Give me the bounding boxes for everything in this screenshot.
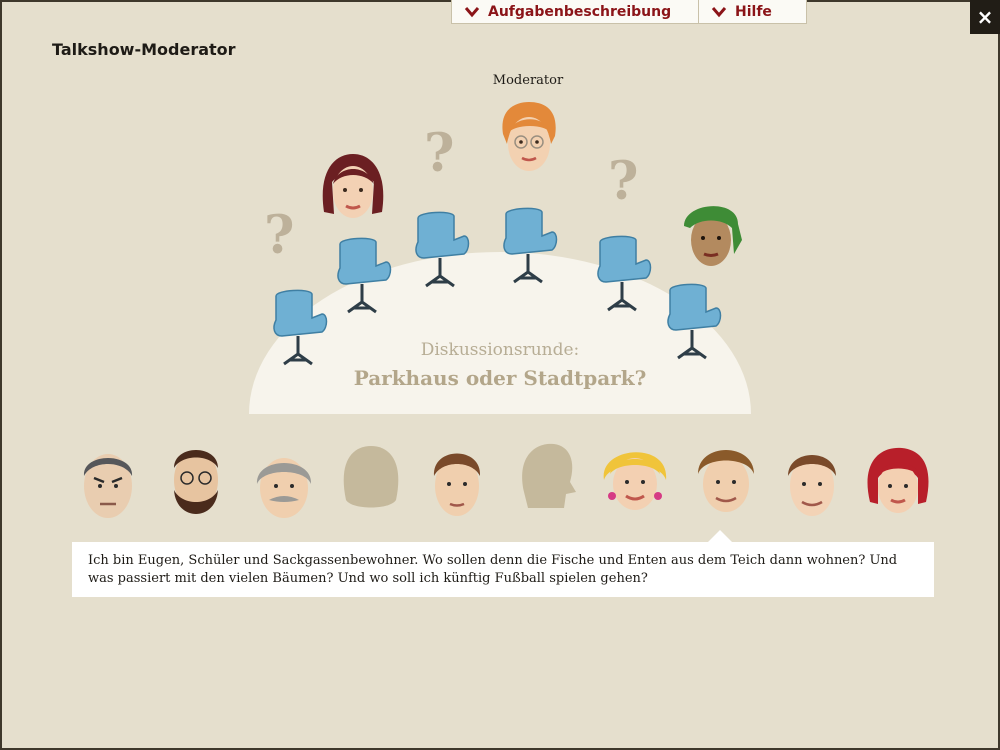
seated-guest-avatar — [684, 206, 742, 266]
candidate-face-4-disabled[interactable] — [340, 444, 402, 512]
chevron-down-icon — [464, 6, 480, 17]
candidate-face-7[interactable] — [600, 440, 670, 516]
candidate-face-8-selected[interactable] — [694, 440, 758, 516]
task-description-tab[interactable]: Aufgabenbeschreibung — [451, 0, 699, 24]
candidate-face-3[interactable] — [253, 446, 315, 524]
guest-chair-3[interactable] — [412, 210, 470, 288]
empty-seat-question-mark: ? — [608, 151, 639, 212]
help-tab[interactable]: Hilfe — [699, 0, 807, 24]
moderator-label: Moderator — [492, 73, 564, 88]
guest-chair-5[interactable] — [664, 282, 722, 360]
top-tab-bar: Aufgabenbeschreibung Hilfe — [451, 0, 807, 26]
topic-title: Parkhaus oder Stadtpark? — [353, 366, 647, 390]
candidate-face-9[interactable] — [782, 444, 842, 520]
moderator-chair[interactable] — [500, 206, 558, 284]
guest-chair-2[interactable] — [334, 236, 392, 314]
chevron-down-icon — [711, 6, 727, 17]
speech-text: Ich bin Eugen, Schüler und Sackgassenbew… — [88, 553, 898, 586]
seated-guest-avatar — [322, 154, 384, 218]
speech-pointer — [708, 530, 732, 542]
empty-seat-question-mark: ? — [424, 123, 455, 184]
speech-bubble: Ich bin Eugen, Schüler und Sackgassenbew… — [72, 542, 934, 597]
candidate-face-1[interactable] — [78, 442, 138, 522]
close-button[interactable]: × — [970, 0, 1000, 34]
page-title: Talkshow-Moderator — [52, 40, 236, 59]
candidate-face-5[interactable] — [428, 442, 486, 522]
candidate-face-10[interactable] — [864, 446, 932, 518]
guest-chair-1[interactable] — [270, 288, 328, 366]
moderator-avatar — [502, 102, 556, 171]
empty-seat-question-mark: ? — [264, 205, 295, 266]
guest-chair-4[interactable] — [594, 234, 652, 312]
task-description-label: Aufgabenbeschreibung — [488, 3, 672, 20]
candidate-face-6-disabled[interactable] — [516, 442, 578, 512]
help-label: Hilfe — [735, 3, 772, 20]
candidate-face-2[interactable] — [166, 440, 226, 522]
